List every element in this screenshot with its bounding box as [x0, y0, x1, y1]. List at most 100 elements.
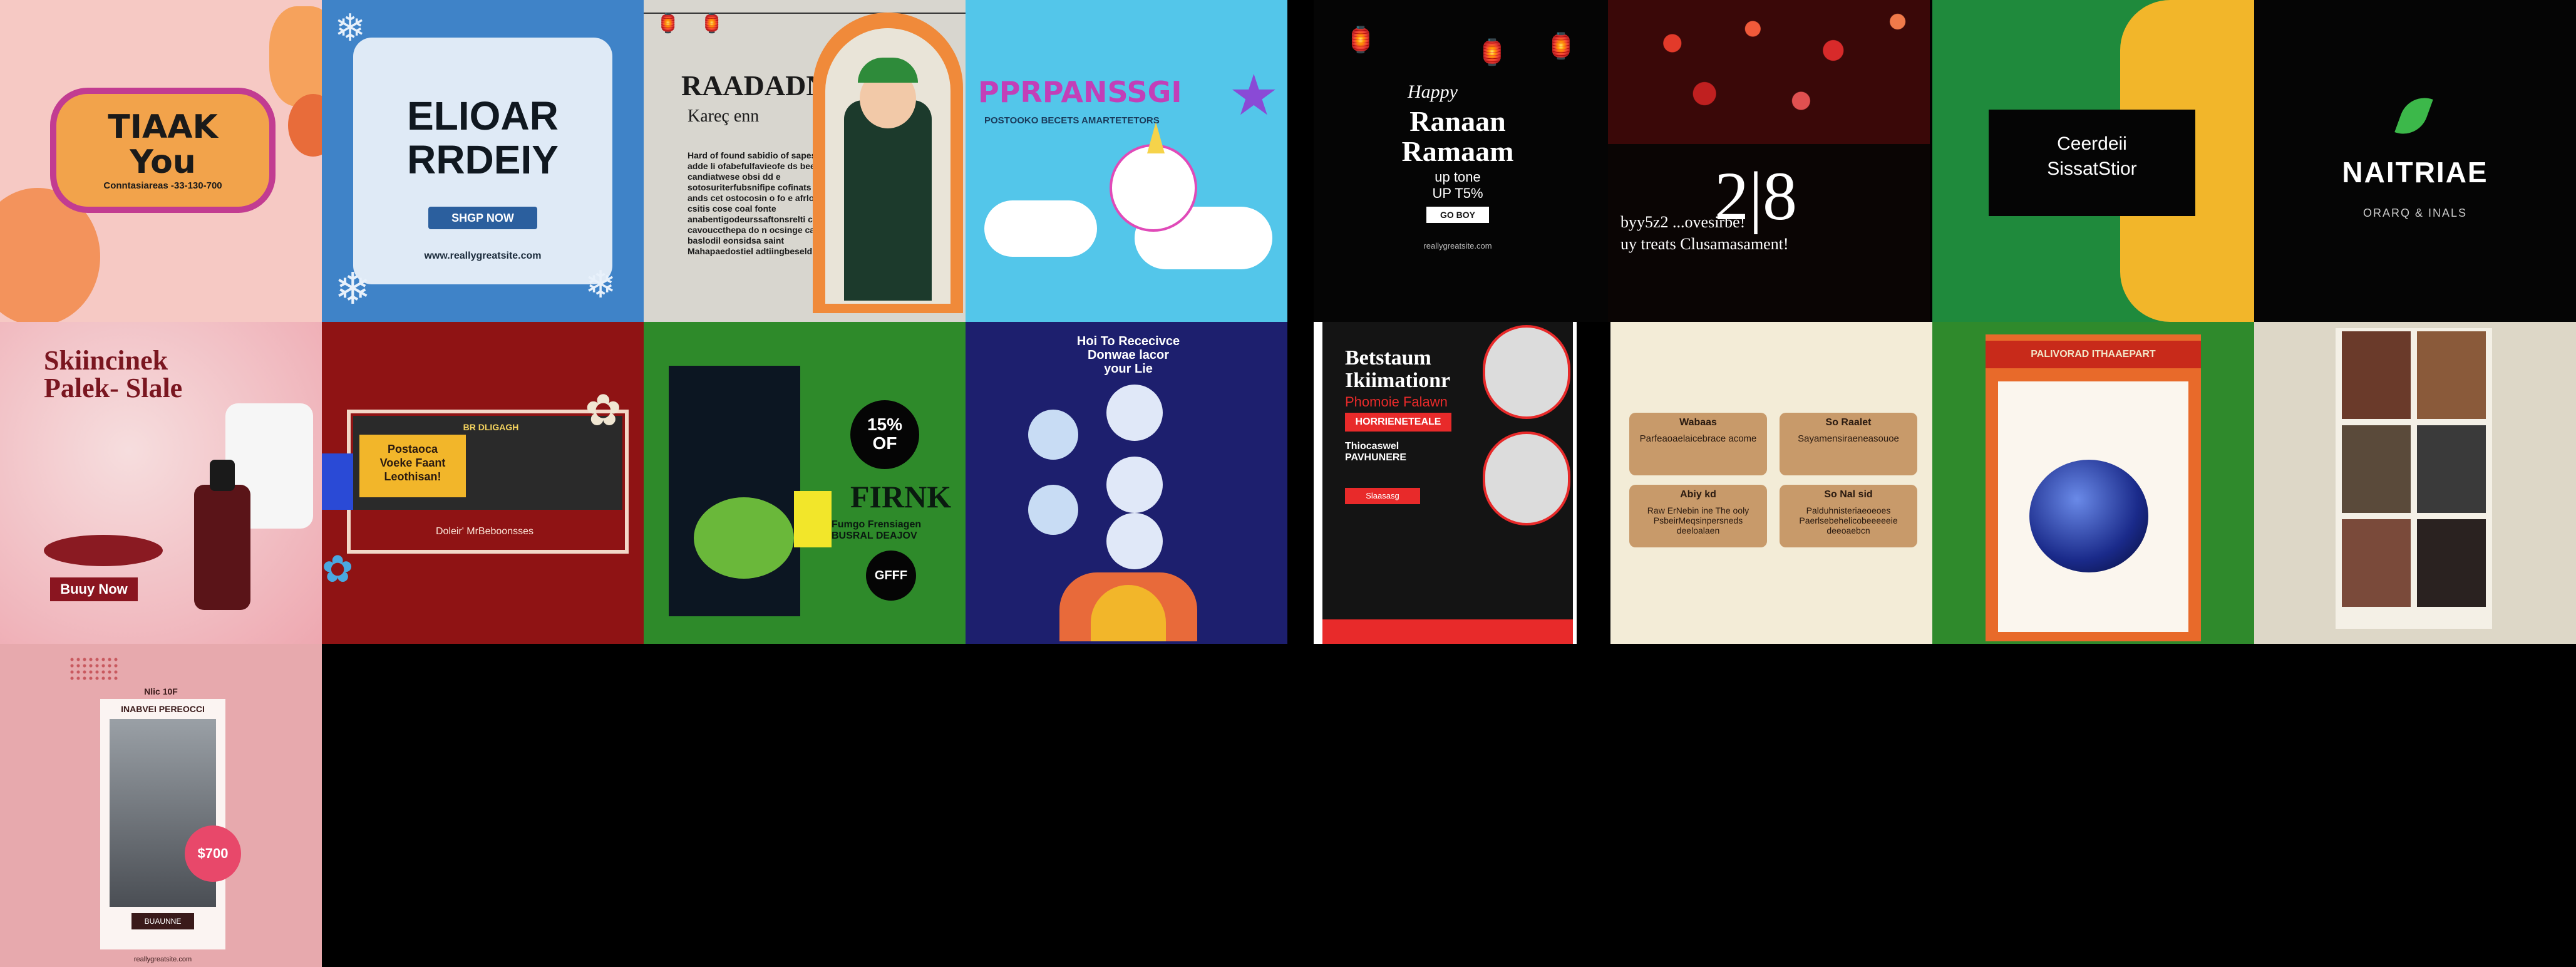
tile-fashion-sale[interactable]: Nlic 10F INABVEI PEREOCCI $700 BUAUNNE r…: [0, 644, 322, 967]
info-bubble: [1106, 385, 1163, 441]
price-badge: $700: [185, 825, 241, 882]
snowflake-icon: ❄: [334, 7, 366, 49]
info-bubble: [1106, 513, 1163, 569]
page-title: NAITRIAE: [2342, 156, 2488, 189]
tile-red-collage[interactable]: BR DLIGAGH Postaoca Voeke Faant Leothisa…: [322, 322, 644, 644]
decor-blob: [269, 6, 322, 106]
info-bubble: [1106, 457, 1163, 513]
site-url[interactable]: www.reallygreatsite.com: [384, 251, 581, 262]
slider-button[interactable]: Slaasasg: [1345, 488, 1420, 504]
lantern-icon: 🏮: [656, 13, 680, 34]
page-title: RAADADN: [681, 70, 827, 101]
go-button[interactable]: GO BOY: [1426, 207, 1489, 223]
lantern-string: [644, 13, 966, 14]
product-dish: [44, 535, 163, 566]
page-title: Betstaum Ikiimationr: [1345, 346, 1451, 392]
flower-icon: ✿: [322, 548, 354, 590]
tile-natural-brand[interactable]: NAITRIAE ORARQ & INALS: [2254, 0, 2576, 322]
subtitle: Kareç enn: [688, 106, 760, 126]
photo-cell: [2342, 331, 2411, 419]
subtitle: ORARQ & INALS: [2362, 207, 2468, 219]
page-title: ELIOAR RRDEIY: [407, 93, 559, 182]
promo-line-1: byy5z2 ...ovesirbe!: [1620, 213, 1746, 231]
planet-image: [2029, 460, 2148, 572]
tile-navy-infographic[interactable]: Hoi To Rececivce Donwae lacor your Lie: [966, 322, 1287, 644]
dot-pattern: [69, 656, 119, 681]
page-title: Hoi To Rececivce Donwae lacor your Lie: [1076, 334, 1180, 376]
tag-label: BR DLIGAGH: [463, 422, 519, 432]
page-title: Ceerdeii SissatStior: [2047, 133, 2137, 179]
character-body: [844, 100, 932, 301]
card-body: Parfeaoaelaicebrace acome: [1639, 433, 1757, 444]
buy-now-button[interactable]: Buuy Now: [50, 577, 138, 601]
lime-shape: [694, 497, 794, 579]
portrait-circle: [1483, 325, 1570, 419]
cloud-left: [984, 200, 1097, 257]
flower-icon: ✿: [585, 386, 622, 435]
site-url[interactable]: reallygreatsite.com: [100, 956, 225, 963]
discount-badge: 15% OF: [850, 400, 919, 469]
unicorn-head: [1110, 144, 1197, 232]
card-title: Wabaas: [1679, 417, 1717, 428]
card-body: Raw ErNebin ine The ooly PsbeirMeqsinper…: [1647, 505, 1749, 535]
card-text: Postaoca Voeke Faant Leothisan!: [359, 435, 466, 497]
photo-cell: [2342, 425, 2411, 513]
body-line: Thiocaswel PAVHUNERE: [1345, 441, 1407, 463]
photo-panel: [669, 366, 800, 616]
lantern-icon: 🏮: [1476, 39, 1508, 66]
product-cap: [210, 460, 235, 491]
tile-cream-cards[interactable]: Wabaas Parfeaoaelaicebrace acome So Raal…: [1610, 322, 1932, 644]
page-title: INABVEI PEREOCCI: [121, 704, 205, 714]
footer-bar: [1322, 619, 1573, 644]
tile-skincare-sale[interactable]: Skiincinek Palek- Slale Buuy Now: [0, 322, 322, 644]
subtitle: Fumgo Frensiagen BUSRAL DEAJOV: [832, 519, 922, 541]
info-bubble: [1028, 410, 1078, 460]
photo-cell: [2342, 519, 2411, 607]
subtitle: Phomoie Falawn: [1345, 394, 1448, 410]
card-title: Abiy kd: [1680, 489, 1716, 500]
greeting: Happy: [1408, 81, 1458, 102]
portrait-circle: [1483, 432, 1570, 525]
tile-christmas-lights[interactable]: 2|8 byy5z2 ...ovesirbe! uy treats Clusam…: [1608, 0, 1930, 322]
top-text: Nlic 10F: [144, 686, 178, 696]
tile-planet-poster[interactable]: PALIVORAD ITHAAEPART: [1932, 322, 2254, 644]
tile-thank-you[interactable]: TIAAK You Conntasiareas -33-130-700: [0, 0, 322, 322]
lantern-icon: 🏮: [700, 13, 724, 34]
card-body: Palduhnisteriaeoeoes Paerlsebehelicobeee…: [1799, 505, 1898, 535]
info-bubble: [1028, 485, 1078, 535]
photo-cell: [2417, 331, 2486, 419]
snowflake-icon: ❄: [334, 264, 371, 313]
leaf-icon: [2394, 91, 2433, 141]
snowflake-icon: ❄: [585, 264, 617, 306]
page-title: TIAAK You: [108, 108, 218, 181]
star-icon: ★: [1229, 65, 1279, 127]
buy-button[interactable]: BUAUNNE: [131, 913, 194, 929]
tile-business-flyer[interactable]: Betstaum Ikiimationr Phomoie Falawn HORR…: [1314, 322, 1577, 644]
tile-winter-sale[interactable]: ❄ ❄ ❄ ELIOAR RRDEIY SHGP NOW www.reallyg…: [322, 0, 644, 322]
card-body: Sayamensiraeneasouoe: [1798, 433, 1899, 444]
tile-happy-ramadan[interactable]: 🏮 🏮 🏮 Happy Ranaan Ramaam up tone UP T5%…: [1314, 0, 1608, 322]
promo-line-2: uy treats Clusamasament!: [1620, 235, 1789, 253]
card-title: So Nal sid: [1824, 489, 1873, 500]
photo-cell: [2417, 519, 2486, 607]
tile-unicorn-party[interactable]: PPRPANSSGI ★ POSTOOKO BECETS AMARTETETOR…: [966, 0, 1287, 322]
blue-swatch: [322, 453, 353, 510]
page-title: Ranaan Ramaam: [1401, 105, 1514, 167]
tile-photo-grid[interactable]: [2254, 322, 2576, 644]
tile-green-yellow[interactable]: Ceerdeii SissatStior: [1932, 0, 2254, 322]
page-title: PPRPANSSGI: [978, 75, 1182, 109]
tile-ramadan-character[interactable]: 🏮 🏮 RAADADN Kareç enn Hard of found sabi…: [644, 0, 966, 322]
subtitle: POSTOOKO BECETS AMARTETETORS: [984, 115, 1160, 126]
shop-now-button[interactable]: SHGP NOW: [428, 207, 537, 229]
red-tag: HORRIENETEALE: [1345, 413, 1451, 432]
footer-text: Doleir' MrBeboonsses: [435, 526, 533, 537]
site-url[interactable]: reallygreatsite.com: [1395, 241, 1520, 251]
gift-button[interactable]: GFFF: [866, 551, 916, 601]
yellow-shape: [794, 491, 832, 547]
contact-line: Conntasiareas -33-130-700: [103, 180, 222, 191]
tile-green-drink[interactable]: 15% OF FIRNK Fumgo Frensiagen BUSRAL DEA…: [644, 322, 966, 644]
offer-text: up tone UP T5%: [1432, 169, 1483, 201]
page-title: FIRNK: [850, 479, 952, 514]
product-bottle: [194, 485, 250, 610]
lantern-icon: 🏮: [1545, 33, 1577, 60]
